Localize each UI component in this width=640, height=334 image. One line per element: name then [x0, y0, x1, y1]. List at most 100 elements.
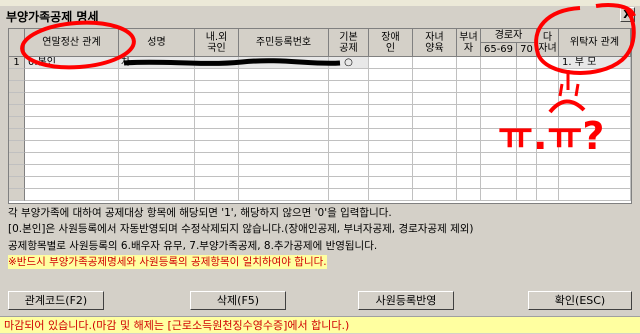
- grid-cell[interactable]: [559, 177, 631, 189]
- grid-cell[interactable]: [25, 165, 119, 177]
- grid-cell[interactable]: [239, 105, 329, 117]
- grid-cell[interactable]: [481, 177, 517, 189]
- grid-cell[interactable]: [481, 129, 517, 141]
- grid-cell[interactable]: [413, 177, 457, 189]
- grid-cell[interactable]: [413, 81, 457, 93]
- grid-cell[interactable]: [25, 105, 119, 117]
- grid-cell[interactable]: [559, 81, 631, 93]
- grid-cell[interactable]: [239, 141, 329, 153]
- grid-cell[interactable]: [25, 117, 119, 129]
- grid-cell[interactable]: [413, 189, 457, 201]
- grid-cell[interactable]: [559, 165, 631, 177]
- grid-cell[interactable]: [457, 165, 481, 177]
- grid-cell[interactable]: [413, 93, 457, 105]
- grid-cell[interactable]: [537, 129, 559, 141]
- grid-cell[interactable]: [195, 165, 239, 177]
- apply-to-employee-button[interactable]: 사원등록반영: [358, 291, 454, 310]
- grid-cell[interactable]: [537, 165, 559, 177]
- grid-cell[interactable]: [413, 69, 457, 81]
- grid-cell[interactable]: [559, 189, 631, 201]
- grid-cell[interactable]: [329, 129, 369, 141]
- elder-6569-cell[interactable]: [481, 57, 517, 69]
- grid-cell[interactable]: [413, 165, 457, 177]
- grid-cell[interactable]: [537, 153, 559, 165]
- elder-70-cell[interactable]: [517, 57, 537, 69]
- grid-cell[interactable]: [329, 165, 369, 177]
- grid-cell[interactable]: [481, 165, 517, 177]
- grid-cell[interactable]: [195, 153, 239, 165]
- grid-cell[interactable]: [369, 117, 413, 129]
- grid-cell[interactable]: [195, 141, 239, 153]
- grid-cell[interactable]: [239, 177, 329, 189]
- grid-cell[interactable]: [517, 153, 537, 165]
- grid-cell[interactable]: [195, 81, 239, 93]
- grid-cell[interactable]: [517, 189, 537, 201]
- grid-cell[interactable]: [517, 81, 537, 93]
- grid-cell[interactable]: [119, 177, 195, 189]
- grid-cell[interactable]: [457, 141, 481, 153]
- close-button[interactable]: X: [620, 7, 635, 22]
- grid-cell[interactable]: [481, 117, 517, 129]
- grid-cell[interactable]: [329, 141, 369, 153]
- grid-cell[interactable]: [481, 81, 517, 93]
- grid-cell[interactable]: [239, 69, 329, 81]
- grid-cell[interactable]: [457, 69, 481, 81]
- grid-cell[interactable]: [517, 129, 537, 141]
- grid-cell[interactable]: [329, 69, 369, 81]
- grid-cell[interactable]: [559, 105, 631, 117]
- grid-cell[interactable]: [559, 117, 631, 129]
- ok-button[interactable]: 확인(ESC): [528, 291, 632, 310]
- grid-cell[interactable]: [413, 129, 457, 141]
- grid-cell[interactable]: [457, 81, 481, 93]
- grid-cell[interactable]: [457, 129, 481, 141]
- grid-cell[interactable]: [119, 165, 195, 177]
- grid-cell[interactable]: [369, 165, 413, 177]
- grid-cell[interactable]: [195, 117, 239, 129]
- grid-cell[interactable]: [369, 141, 413, 153]
- grid-cell[interactable]: [517, 105, 537, 117]
- grid-cell[interactable]: [481, 105, 517, 117]
- grid-cell[interactable]: [559, 93, 631, 105]
- grid-cell[interactable]: [329, 117, 369, 129]
- grid-cell[interactable]: [537, 81, 559, 93]
- grid-cell[interactable]: [369, 177, 413, 189]
- grid-cell[interactable]: [517, 93, 537, 105]
- grid-cell[interactable]: [481, 189, 517, 201]
- grid-cell[interactable]: [369, 153, 413, 165]
- grid-cell[interactable]: [329, 177, 369, 189]
- grid-cell[interactable]: [195, 129, 239, 141]
- grid-cell[interactable]: [457, 177, 481, 189]
- grid-cell[interactable]: [559, 141, 631, 153]
- grid-cell[interactable]: [119, 69, 195, 81]
- grid-cell[interactable]: [25, 129, 119, 141]
- grid-cell[interactable]: [413, 153, 457, 165]
- grid-cell[interactable]: [239, 189, 329, 201]
- grid-cell[interactable]: [119, 189, 195, 201]
- grid-cell[interactable]: [239, 117, 329, 129]
- grid-cell[interactable]: [329, 189, 369, 201]
- disabled-cell[interactable]: [369, 57, 413, 69]
- grid-cell[interactable]: [481, 69, 517, 81]
- grid-cell[interactable]: [559, 153, 631, 165]
- grid-cell[interactable]: [537, 189, 559, 201]
- relation-code-button[interactable]: 관계코드(F2): [8, 291, 104, 310]
- relation-cell[interactable]: 0.본인: [25, 57, 119, 69]
- grid-cell[interactable]: [537, 93, 559, 105]
- grid-cell[interactable]: [517, 177, 537, 189]
- grid-cell[interactable]: [413, 141, 457, 153]
- grid-cell[interactable]: [329, 93, 369, 105]
- grid-cell[interactable]: [559, 129, 631, 141]
- grid-cell[interactable]: [119, 81, 195, 93]
- grid-cell[interactable]: [457, 105, 481, 117]
- grid-cell[interactable]: [537, 117, 559, 129]
- grid-cell[interactable]: [239, 153, 329, 165]
- grid-cell[interactable]: [369, 129, 413, 141]
- grid-cell[interactable]: [369, 81, 413, 93]
- grid-cell[interactable]: [195, 93, 239, 105]
- grid-cell[interactable]: [369, 189, 413, 201]
- grid-cell[interactable]: [517, 69, 537, 81]
- grid-cell[interactable]: [195, 177, 239, 189]
- grid-cell[interactable]: [329, 105, 369, 117]
- grid-cell[interactable]: [457, 153, 481, 165]
- grid-cell[interactable]: [195, 69, 239, 81]
